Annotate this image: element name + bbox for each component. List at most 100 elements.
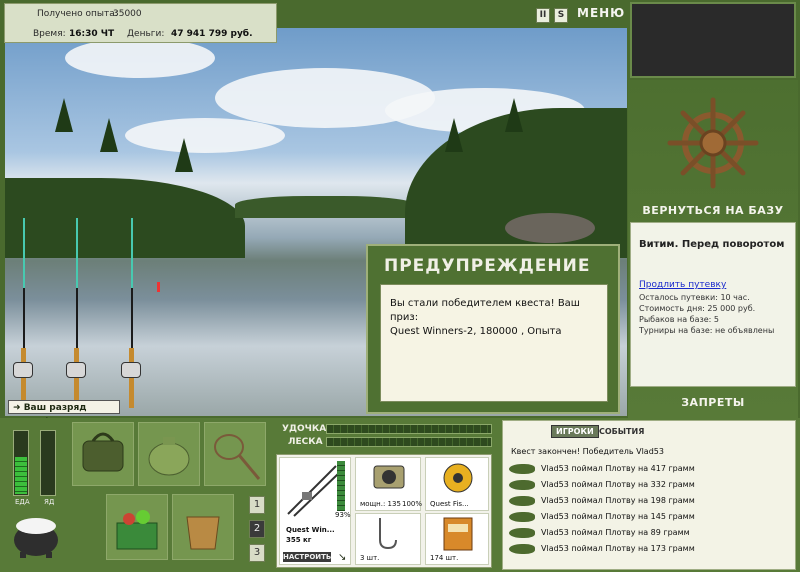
inventory-slot-bag[interactable]	[72, 422, 134, 486]
return-to-base-button[interactable]: ВЕРНУТЬСЯ НА БАЗУ	[628, 204, 798, 217]
food-label: ЕДА	[15, 498, 30, 506]
hook-slot[interactable]: 3 шт.	[355, 513, 421, 565]
rod-gauge-label: УДОЧКА	[282, 424, 327, 434]
rod-condition: 93%	[335, 511, 351, 519]
poison-label: ЯД	[44, 498, 55, 506]
landing-net-icon	[214, 434, 261, 480]
arrow-icon: ↘	[338, 552, 347, 563]
float-icon	[157, 282, 160, 292]
pause-button[interactable]: II	[536, 8, 550, 23]
menu-button[interactable]: МЕНЮ	[577, 6, 625, 20]
event-log: ИГРОКИ СОБЫТИЯ Квест закончен! Победител…	[502, 420, 796, 570]
tab-events[interactable]: СОБЫТИЯ	[599, 427, 644, 436]
log-entry: Vlad53 поймал Плотву на 145 грамм	[507, 509, 793, 525]
rod-capacity: 355 кг	[286, 536, 312, 544]
inventory-slot-sack[interactable]	[138, 422, 200, 486]
hooks-count: 3 шт.	[360, 554, 380, 562]
inventory-slot-basket[interactable]	[106, 494, 168, 560]
rod-tension-gauge	[326, 424, 492, 434]
ship-wheel-icon[interactable]	[664, 94, 762, 192]
reel-icon	[121, 362, 141, 378]
time-label: Время:	[33, 29, 66, 39]
fish-icon	[509, 496, 535, 506]
page-button-2[interactable]: 2	[249, 520, 265, 538]
reel-icon	[66, 362, 86, 378]
rod-name: Quest Win...	[286, 526, 335, 534]
reel-icon	[373, 465, 405, 489]
log-entry: Vlad53 поймал Плотву на 417 грамм	[507, 461, 793, 477]
bait-pack-icon	[443, 517, 473, 551]
sack-icon	[148, 437, 190, 476]
reel-condition: 100%	[402, 500, 423, 508]
left-forest	[5, 178, 245, 258]
warning-dialog[interactable]: ПРЕДУПРЕЖДЕНИЕ Вы стали победителем квес…	[366, 244, 620, 414]
fish-icon	[509, 528, 535, 538]
poison-meter	[40, 430, 56, 496]
log-entry: Vlad53 поймал Плотву на 173 грамм	[507, 541, 793, 557]
money-label: Деньги:	[127, 29, 165, 39]
cloud	[65, 38, 215, 78]
line-gauge-label: ЛЕСКА	[288, 437, 323, 447]
tackle-panel: Quest Win... 355 кг НАСТРОИТЬ ↘ 93% мощн…	[276, 454, 492, 568]
base-info-box: Витим. Перед поворотом Продлить путевку …	[630, 222, 796, 387]
exp-value: 35000	[113, 9, 142, 19]
tournaments-status: Турниры на базе: не объявлены	[639, 326, 775, 335]
hook-icon	[379, 518, 397, 550]
bait-count: 174 шт.	[430, 554, 459, 562]
food-meter	[13, 430, 29, 496]
food-meter-fill	[15, 457, 27, 494]
line-name: Quest Fis...	[430, 500, 469, 508]
cauldron-icon[interactable]	[10, 510, 62, 558]
extend-voucher-link[interactable]: Продлить путевку	[639, 280, 726, 290]
pine-tree	[55, 98, 73, 132]
bucket-icon	[186, 516, 220, 550]
bait-slot[interactable]: 174 шт.	[425, 513, 489, 565]
warning-line-2: Quest Winners-2, 180000 , Опыта	[390, 326, 562, 337]
reel-slot[interactable]: мощн.: 135 100%	[355, 457, 423, 511]
rocks	[505, 213, 595, 243]
inventory-slot-net[interactable]	[204, 422, 266, 486]
log-entry: Vlad53 поймал Плотву на 198 грамм	[507, 493, 793, 509]
tackle-bag-icon	[82, 432, 124, 472]
line-tension-gauge	[326, 437, 492, 447]
warning-line-1: Вы стали победителем квеста! Ваш приз:	[390, 298, 580, 323]
line-slot[interactable]: Quest Fis...	[425, 457, 489, 511]
far-forest	[235, 196, 415, 218]
cost-per-day: Стоимость дня: 25 000 руб.	[639, 304, 756, 313]
page-button-3[interactable]: 3	[249, 544, 265, 562]
location-name: Витим. Перед поворотом	[639, 239, 785, 250]
fish-icon	[509, 512, 535, 522]
inventory-slot-bucket[interactable]	[172, 494, 234, 560]
log-entry: Vlad53 поймал Плотву на 89 грамм	[507, 525, 793, 541]
minimap-panel	[630, 2, 796, 78]
pine-tree	[100, 118, 118, 152]
money-value: 47 941 799 руб.	[171, 29, 253, 39]
pine-tree	[445, 118, 463, 152]
sound-button[interactable]: S	[554, 8, 568, 23]
page-button-1[interactable]: 1	[249, 496, 265, 514]
fish-icon	[509, 464, 535, 474]
rod-set-icon	[287, 465, 339, 517]
pine-tree	[505, 98, 523, 132]
tab-players[interactable]: ИГРОКИ	[551, 425, 599, 438]
player-info-plate: Получено опыта: 35000 Время: 16:30 ЧТ Де…	[4, 3, 277, 43]
warning-title: ПРЕДУПРЕЖДЕНИЕ	[384, 256, 591, 276]
reel-power: мощн.: 135	[360, 500, 401, 508]
configure-button[interactable]: НАСТРОИТЬ	[283, 552, 331, 562]
rod-condition-bar	[337, 461, 345, 511]
level-up-notice: ➜ Ваш разряд вырос!	[8, 400, 120, 427]
warning-message: Вы стали победителем квеста! Ваш приз: Q…	[380, 284, 608, 402]
fishing-line-spool-icon	[443, 463, 473, 493]
pine-tree	[175, 138, 193, 172]
cloud	[125, 118, 285, 153]
arrow-icon: ➜	[13, 403, 24, 413]
log-header: Квест закончен! Победитель Vlad53	[511, 447, 664, 456]
restrictions-button[interactable]: ЗАПРЕТЫ	[628, 396, 798, 409]
fishers-on-base: Рыбаков на базе: 5	[639, 315, 719, 324]
log-entry: Vlad53 поймал Плотву на 332 грамм	[507, 477, 793, 493]
food-basket-icon	[116, 510, 158, 550]
fish-icon	[509, 544, 535, 554]
exp-label: Получено опыта:	[37, 9, 118, 19]
reel-icon	[13, 362, 33, 378]
voucher-left: Осталось путевки: 10 час.	[639, 293, 750, 302]
